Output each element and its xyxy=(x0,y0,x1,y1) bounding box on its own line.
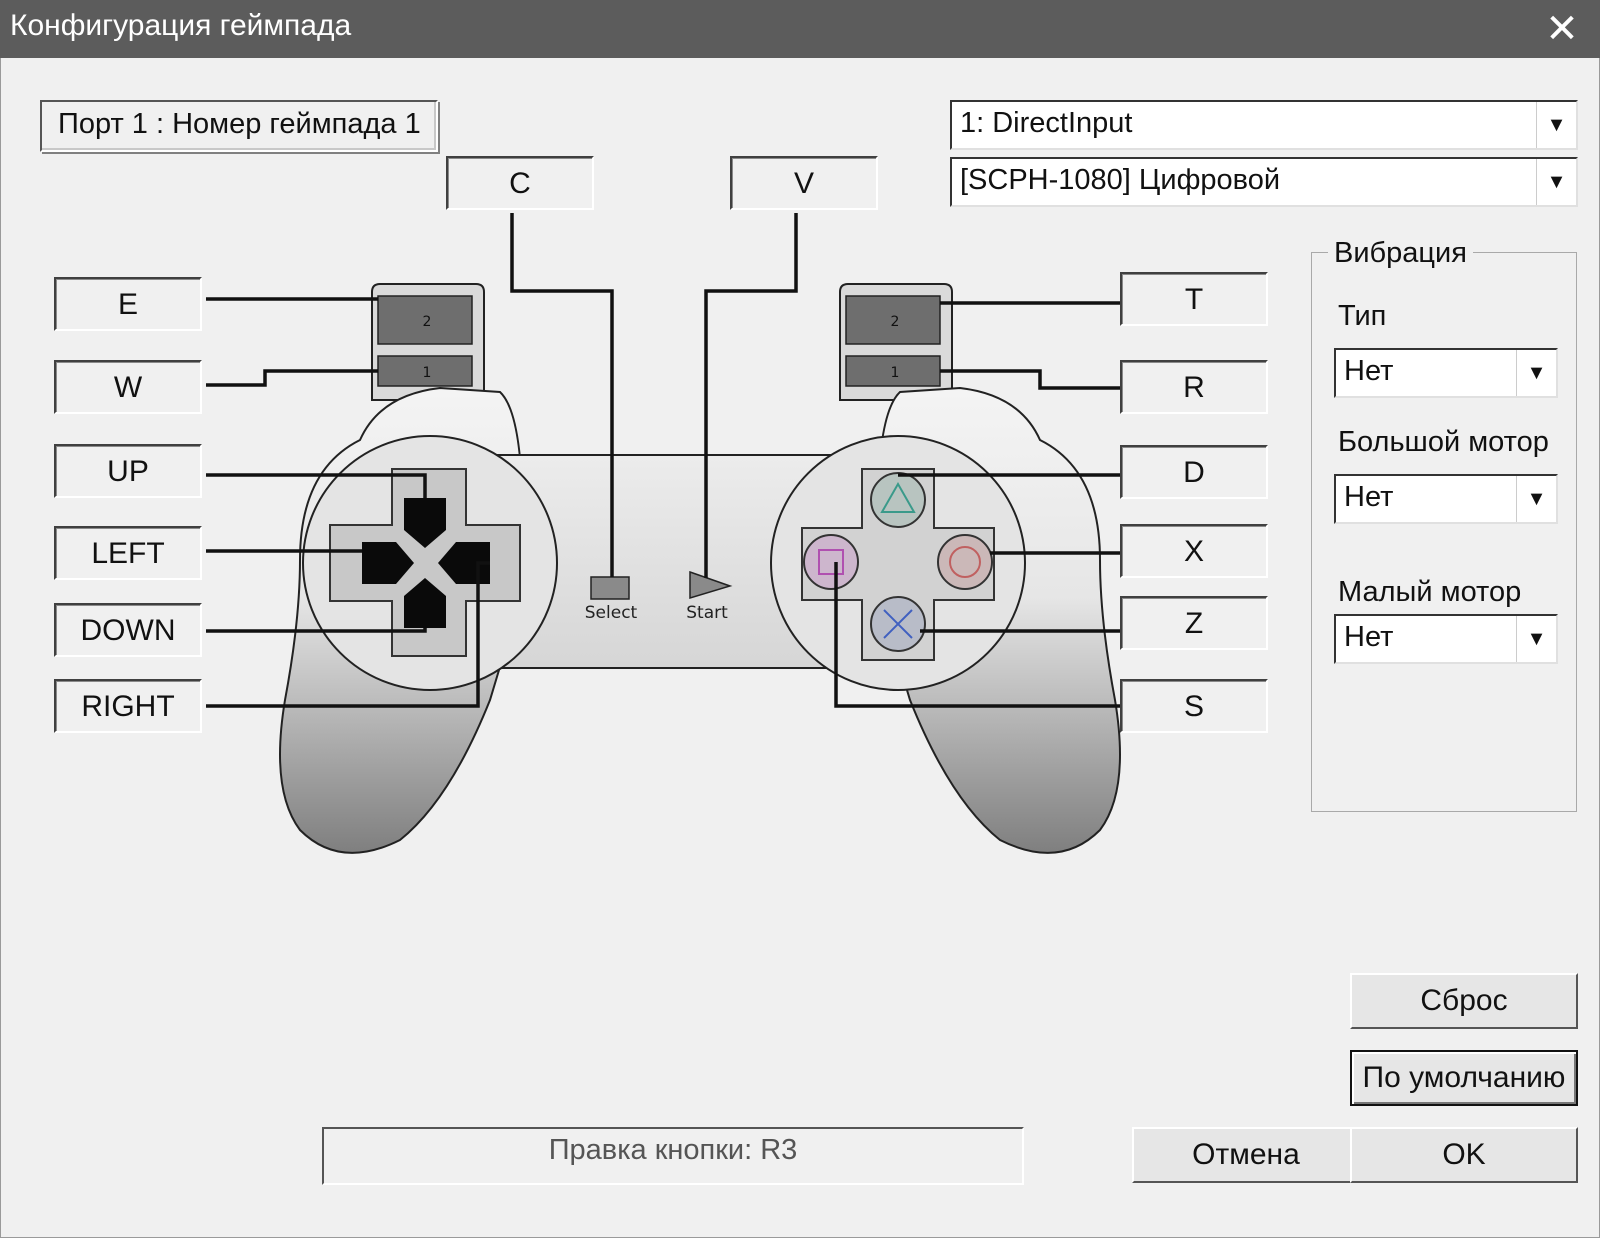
ok-button[interactable]: OK xyxy=(1350,1127,1578,1183)
binding-r1[interactable]: R xyxy=(1120,360,1268,414)
binding-cross[interactable]: Z xyxy=(1120,596,1268,650)
binding-up[interactable]: UP xyxy=(54,444,202,498)
binding-left[interactable]: LEFT xyxy=(54,526,202,580)
left-shoulder: 2 1 xyxy=(371,283,485,401)
cancel-button[interactable]: Отмена xyxy=(1132,1127,1360,1183)
small-motor-value: Нет xyxy=(1344,621,1394,653)
select-mark: Select xyxy=(585,603,638,623)
chevron-down-icon[interactable]: ▼ xyxy=(1516,616,1556,662)
binding-select[interactable]: C xyxy=(446,156,594,210)
small-motor-select[interactable]: Нет ▼ xyxy=(1334,614,1558,664)
binding-l2[interactable]: E xyxy=(54,277,202,331)
l1-mark: 1 xyxy=(423,365,432,381)
binding-r2[interactable]: T xyxy=(1120,272,1268,326)
r2-mark: 2 xyxy=(891,314,900,330)
status-text: Правка кнопки: R3 xyxy=(322,1127,1024,1185)
vibration-title: Вибрация xyxy=(1328,237,1473,270)
binding-down[interactable]: DOWN xyxy=(54,603,202,657)
start-mark: Start xyxy=(686,603,728,623)
chevron-down-icon[interactable]: ▼ xyxy=(1516,350,1556,396)
vibration-type-label: Тип xyxy=(1338,300,1387,332)
large-motor-value: Нет xyxy=(1344,481,1394,513)
binding-triangle[interactable]: D xyxy=(1120,445,1268,499)
select-key-shape xyxy=(590,576,630,600)
l2-mark: 2 xyxy=(423,314,432,330)
r1-mark: 1 xyxy=(891,365,900,381)
binding-l1[interactable]: W xyxy=(54,360,202,414)
vibration-type-select[interactable]: Нет ▼ xyxy=(1334,348,1558,398)
reset-button[interactable]: Сброс xyxy=(1350,973,1578,1029)
defaults-button[interactable]: По умолчанию xyxy=(1350,1050,1578,1106)
binding-square[interactable]: S xyxy=(1120,679,1268,733)
chevron-down-icon[interactable]: ▼ xyxy=(1516,476,1556,522)
right-shoulder: 2 1 xyxy=(839,283,953,401)
large-motor-select[interactable]: Нет ▼ xyxy=(1334,474,1558,524)
binding-start[interactable]: V xyxy=(730,156,878,210)
vibration-group xyxy=(1311,252,1577,812)
small-motor-label: Малый мотор xyxy=(1338,576,1522,608)
binding-circle[interactable]: X xyxy=(1120,524,1268,578)
binding-right[interactable]: RIGHT xyxy=(54,679,202,733)
large-motor-label: Большой мотор xyxy=(1338,426,1549,458)
vibration-type-value: Нет xyxy=(1344,355,1394,387)
